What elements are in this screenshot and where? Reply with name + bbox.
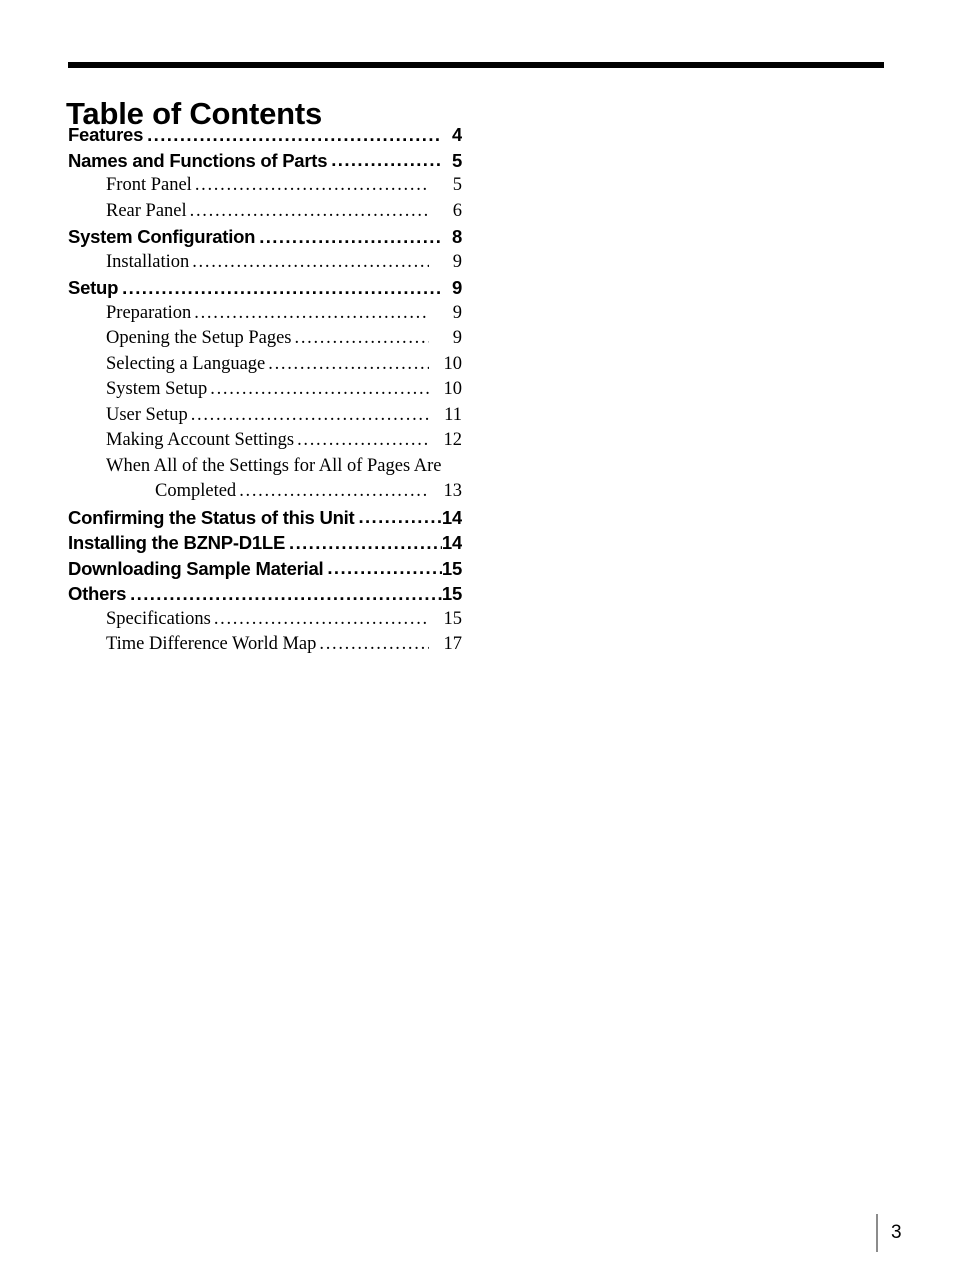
toc-leader-dots: ........................................… <box>190 404 429 425</box>
toc-entry[interactable]: Front Panel.............................… <box>68 175 462 201</box>
toc-entry[interactable]: Installation............................… <box>68 252 462 278</box>
toc-leader-dots: ........................................… <box>194 175 429 195</box>
toc-leader-dots: ........................................… <box>358 506 442 528</box>
toc-entry-page-number: 14 <box>441 506 462 528</box>
toc-entry-page-number: 5 <box>452 175 462 195</box>
toc-entry-page-number: 10 <box>443 353 463 374</box>
header-rule <box>68 62 884 68</box>
toc-leader-dots: ........................................… <box>289 532 442 553</box>
table-of-contents-list: Features................................… <box>68 124 462 660</box>
toc-entry-page-number: 13 <box>443 481 463 501</box>
toc-entry[interactable]: Making Account Settings.................… <box>68 430 462 456</box>
toc-entry-label: Preparation <box>106 302 192 323</box>
toc-entry[interactable]: User Setup..............................… <box>68 405 462 431</box>
toc-leader-dots: ........................................… <box>268 353 429 374</box>
toc-entry-page-number: 17 <box>443 634 463 654</box>
toc-leader-dots: ........................................… <box>213 608 429 629</box>
toc-entry-page-number: 11 <box>444 404 462 425</box>
toc-entry-label: User Setup <box>106 404 188 425</box>
toc-entry-page-number: 14 <box>441 532 462 553</box>
page-footer: 3 <box>876 1214 902 1252</box>
toc-entry[interactable]: Rear Panel..............................… <box>68 201 462 227</box>
toc-entry-label: System Setup <box>106 379 208 399</box>
toc-entry-page-number: 9 <box>452 302 462 323</box>
toc-leader-dots: ........................................… <box>189 200 429 221</box>
footer-page-number: 3 <box>891 1222 902 1243</box>
toc-entry-label: Features <box>68 124 144 145</box>
toc-entry[interactable]: Others..................................… <box>68 583 462 609</box>
toc-entry-page-number: 5 <box>451 149 462 171</box>
toc-entry-label: Completed <box>155 481 237 501</box>
toc-leader-dots: ........................................… <box>239 481 429 501</box>
toc-entry-label: When All of the Settings for All of Page… <box>106 455 442 476</box>
toc-leader-dots: ........................................… <box>331 149 442 171</box>
toc-entry-page-number: 15 <box>441 583 462 604</box>
toc-entry-page-number: 6 <box>452 200 462 221</box>
toc-entry-label: System Configuration <box>68 226 256 247</box>
document-page: Table of Contents Features..............… <box>0 0 954 1272</box>
toc-leader-dots: ........................................… <box>294 328 430 348</box>
toc-entry-label: Downloading Sample Material <box>68 557 324 579</box>
toc-entry-label: Names and Functions of Parts <box>68 149 328 171</box>
toc-entry[interactable]: Opening the Setup Pages.................… <box>68 328 462 354</box>
toc-entry[interactable]: Confirming the Status of this Unit......… <box>68 507 462 533</box>
toc-entry-page-number: 15 <box>441 557 462 579</box>
toc-entry[interactable]: Names and Functions of Parts............… <box>68 150 462 176</box>
toc-entry-label: Setup <box>68 277 119 298</box>
toc-leader-dots: ........................................… <box>259 226 442 247</box>
toc-entry[interactable]: Features................................… <box>68 124 462 150</box>
toc-entry-label: Rear Panel <box>106 200 187 221</box>
toc-entry-label: Installing the BZNP-D1LE <box>68 532 286 553</box>
toc-entry-page-number: 9 <box>452 251 462 272</box>
toc-entry-label: Making Account Settings <box>106 430 295 450</box>
toc-entry[interactable]: System Configuration....................… <box>68 226 462 252</box>
toc-entry[interactable]: Preparation.............................… <box>68 303 462 329</box>
toc-leader-dots: ........................................… <box>194 302 429 323</box>
toc-leader-dots: ........................................… <box>130 583 442 604</box>
toc-entry-label: Opening the Setup Pages <box>106 328 292 348</box>
toc-entry-label: Confirming the Status of this Unit <box>68 506 355 528</box>
toc-entry[interactable]: Installing the BZNP-D1LE................… <box>68 532 462 558</box>
toc-leader-dots: ........................................… <box>210 379 429 399</box>
toc-entry[interactable]: When All of the Settings for All of Page… <box>68 456 462 482</box>
toc-entry-page-number: 9 <box>451 277 462 298</box>
toc-entry-label: Selecting a Language <box>106 353 266 374</box>
toc-leader-dots: ........................................… <box>319 634 429 654</box>
toc-entry-page-number: 9 <box>452 328 462 348</box>
toc-entry[interactable]: Setup...................................… <box>68 277 462 303</box>
toc-entry[interactable]: Downloading Sample Material.............… <box>68 558 462 584</box>
toc-entry-page-number: 15 <box>443 608 463 629</box>
toc-leader-dots: ........................................… <box>147 124 442 145</box>
toc-entry[interactable]: Specifications..........................… <box>68 609 462 635</box>
toc-entry-label: Others <box>68 583 127 604</box>
toc-entry[interactable]: System Setup............................… <box>68 379 462 405</box>
toc-leader-dots: ........................................… <box>327 557 442 579</box>
toc-entry-label: Time Difference World Map <box>106 634 317 654</box>
toc-leader-dots: ........................................… <box>192 251 429 272</box>
toc-entry-label: Installation <box>106 251 190 272</box>
toc-entry[interactable]: Time Difference World Map...............… <box>68 634 462 660</box>
toc-entry-label: Front Panel <box>106 175 192 195</box>
toc-leader-dots: ........................................… <box>122 277 442 298</box>
toc-entry[interactable]: Selecting a Language....................… <box>68 354 462 380</box>
toc-entry-page-number: 10 <box>443 379 463 399</box>
toc-entry-label: Specifications <box>106 608 211 629</box>
toc-entry-page-number: 8 <box>451 226 462 247</box>
toc-leader-dots: ........................................… <box>297 430 429 450</box>
toc-entry[interactable]: Completed...............................… <box>68 481 462 507</box>
toc-entry-page-number: 4 <box>451 124 462 145</box>
toc-entry-page-number: 12 <box>443 430 463 450</box>
